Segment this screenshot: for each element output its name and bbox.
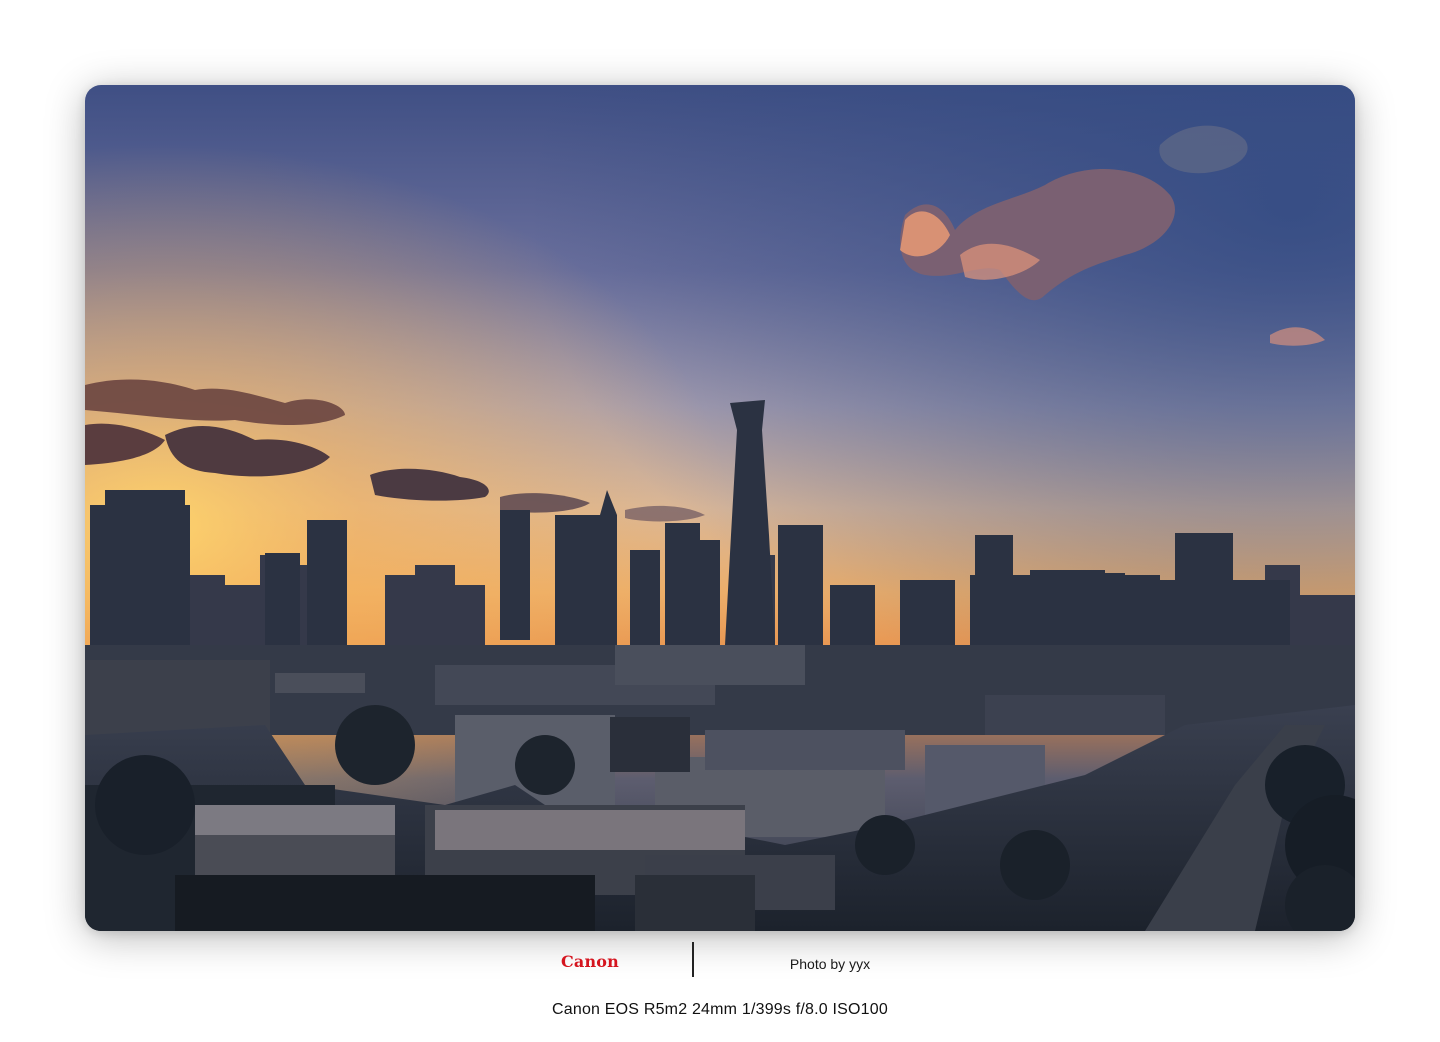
canon-logo: Canon (560, 952, 620, 971)
skyline-photo (85, 85, 1355, 931)
photo-card: Canon Photo by yyx Canon EOS R5m2 24mm 1… (0, 0, 1440, 1042)
photo-credit: Photo by yyx (789, 956, 871, 972)
photo (85, 85, 1355, 931)
divider (692, 942, 694, 977)
exif-info: Canon EOS R5m2 24mm 1/399s f/8.0 ISO100 (552, 1001, 888, 1018)
